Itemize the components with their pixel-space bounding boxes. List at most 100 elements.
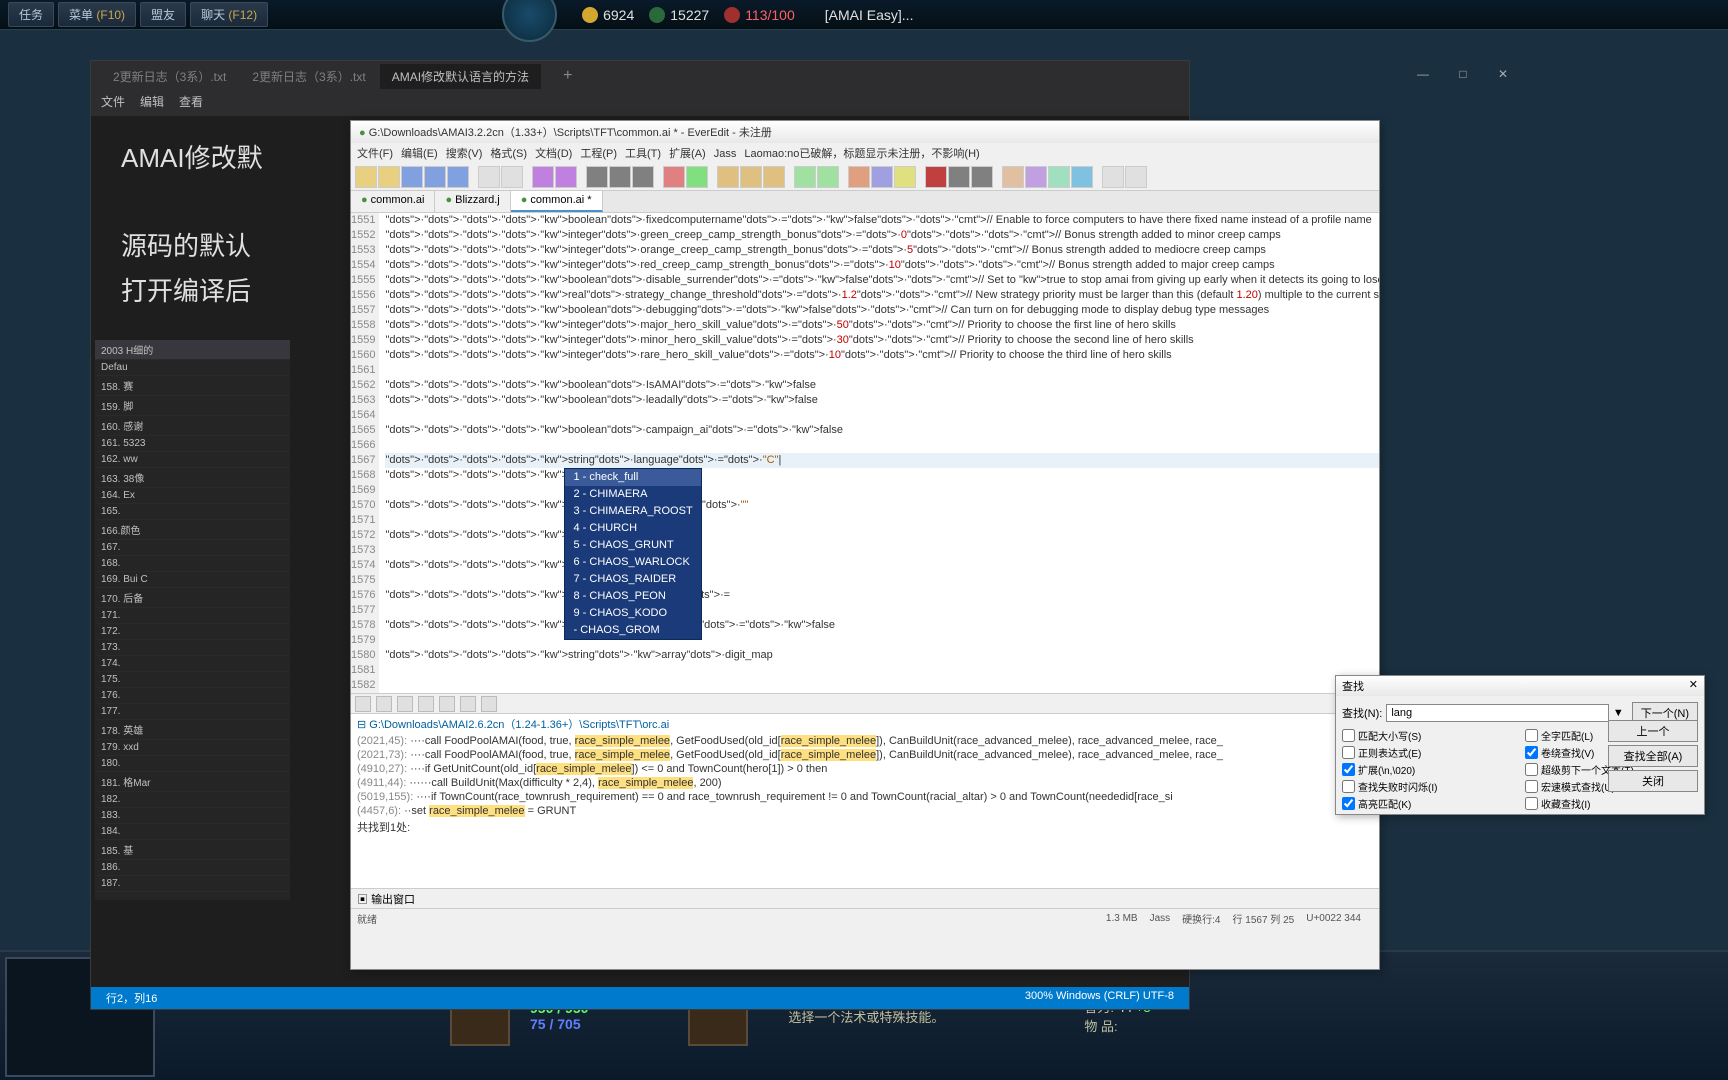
find-option-checkbox[interactable] bbox=[1525, 763, 1538, 776]
find-input[interactable] bbox=[1386, 704, 1609, 722]
autocomplete-item[interactable]: 7 - CHAOS_RAIDER bbox=[565, 571, 700, 588]
outline-item[interactable]: 169. Bui C bbox=[95, 572, 290, 588]
find-option-checkbox[interactable] bbox=[1342, 746, 1355, 759]
code-editor[interactable]: 1551155215531554155515561557155815591560… bbox=[351, 213, 1379, 693]
toolbar-button[interactable] bbox=[1048, 166, 1070, 188]
search-result-line[interactable]: (4457,6): ··set race_simple_melee = GRUN… bbox=[351, 804, 1379, 818]
menu-item[interactable]: Jass bbox=[714, 148, 737, 160]
find-option-checkbox[interactable] bbox=[1342, 797, 1355, 810]
toolbar-button[interactable] bbox=[1002, 166, 1024, 188]
outline-item[interactable]: 167. bbox=[95, 540, 290, 556]
menu-item[interactable]: 编辑(E) bbox=[401, 148, 438, 160]
search-tool-7[interactable] bbox=[481, 696, 497, 712]
everedit-menubar[interactable]: 文件(F) 编辑(E) 搜索(V) 格式(S) 文档(D) 工程(P) 工具(T) 扩展(A)… bbox=[351, 143, 1379, 163]
search-tool-1[interactable] bbox=[355, 696, 371, 712]
toolbar-button[interactable] bbox=[894, 166, 916, 188]
outline-item[interactable]: 178. 英雄 bbox=[95, 720, 290, 740]
vscode-tab-2[interactable]: 2更新日志（3系）.txt bbox=[240, 64, 377, 89]
toolbar-button[interactable] bbox=[424, 166, 446, 188]
chat-button[interactable]: 聊天 (F12) bbox=[190, 2, 268, 27]
outline-item[interactable]: 186. bbox=[95, 860, 290, 876]
find-option-checkbox[interactable] bbox=[1525, 797, 1538, 810]
close-button[interactable]: ✕ bbox=[1483, 62, 1523, 87]
outline-item[interactable]: 184. bbox=[95, 824, 290, 840]
toolbar-button[interactable] bbox=[1071, 166, 1093, 188]
find-option-checkbox[interactable] bbox=[1525, 729, 1538, 742]
outline-item[interactable]: 165. bbox=[95, 504, 290, 520]
minimize-button[interactable]: — bbox=[1403, 62, 1443, 87]
outline-item[interactable]: 185. 基 bbox=[95, 840, 290, 860]
outline-item[interactable]: 183. bbox=[95, 808, 290, 824]
menu-button[interactable]: 菜单 (F10) bbox=[58, 2, 136, 27]
editor-tab[interactable]: ●common.ai * bbox=[511, 191, 603, 212]
autocomplete-item[interactable]: 9 - CHAOS_KODO bbox=[565, 605, 700, 622]
toolbar-button[interactable] bbox=[586, 166, 608, 188]
search-tool-2[interactable] bbox=[376, 696, 392, 712]
menu-item[interactable]: 文档(D) bbox=[535, 148, 572, 160]
outline-header[interactable]: 2003 H细的 bbox=[95, 340, 290, 360]
outline-item[interactable]: 163. 38像 bbox=[95, 468, 290, 488]
search-tool-4[interactable] bbox=[418, 696, 434, 712]
toolbar-button[interactable] bbox=[925, 166, 947, 188]
outline-item[interactable]: 170. 后备 bbox=[95, 588, 290, 608]
toolbar-button[interactable] bbox=[871, 166, 893, 188]
menu-item[interactable]: 工具(T) bbox=[625, 148, 661, 160]
quest-button[interactable]: 任务 bbox=[8, 2, 54, 27]
search-result-line[interactable]: (2021,45): ····call FoodPoolAMAI(food, t… bbox=[351, 734, 1379, 748]
menu-item[interactable]: 工程(P) bbox=[580, 148, 617, 160]
find-prev-button[interactable]: 上一个 bbox=[1608, 720, 1698, 742]
editor-tab[interactable]: ●Blizzard.j bbox=[435, 191, 510, 212]
toolbar-button[interactable] bbox=[686, 166, 708, 188]
vscode-tab-1[interactable]: 2更新日志（3系）.txt bbox=[101, 64, 238, 89]
outline-item[interactable]: 179. xxd bbox=[95, 740, 290, 756]
everedit-titlebar[interactable]: ● G:\Downloads\AMAI3.2.2cn（1.33+）\Script… bbox=[351, 121, 1379, 143]
toolbar-button[interactable] bbox=[555, 166, 577, 188]
menu-item[interactable]: 文件(F) bbox=[357, 148, 393, 160]
editor-tab[interactable]: ●common.ai bbox=[351, 191, 435, 212]
menu-item[interactable]: 扩展(A) bbox=[669, 148, 706, 160]
everedit-toolbar[interactable] bbox=[351, 163, 1379, 191]
menu-item[interactable]: 搜索(V) bbox=[446, 148, 483, 160]
autocomplete-item[interactable]: 1 - check_full bbox=[565, 469, 700, 486]
outline-item[interactable]: 180. bbox=[95, 756, 290, 772]
menu-item[interactable]: 格式(S) bbox=[490, 148, 527, 160]
find-titlebar[interactable]: 查找 ✕ bbox=[1336, 676, 1704, 696]
toolbar-button[interactable] bbox=[478, 166, 500, 188]
toolbar-button[interactable] bbox=[794, 166, 816, 188]
find-all-button[interactable]: 查找全部(A) bbox=[1608, 745, 1698, 767]
outline-panel[interactable]: 2003 H细的 Defau158. 赛159. 脚 160. 感谢161. 5… bbox=[95, 340, 290, 900]
search-tool-6[interactable] bbox=[460, 696, 476, 712]
search-tool-3[interactable] bbox=[397, 696, 413, 712]
autocomplete-item[interactable]: 4 - CHURCH bbox=[565, 520, 700, 537]
toolbar-button[interactable] bbox=[763, 166, 785, 188]
menu-item[interactable]: Laomao:no已破解，标题显示未注册，不影响(H) bbox=[744, 148, 979, 160]
search-tool-5[interactable] bbox=[439, 696, 455, 712]
outline-item[interactable]: 182. bbox=[95, 792, 290, 808]
outline-item[interactable]: 176. bbox=[95, 688, 290, 704]
allies-button[interactable]: 盟友 bbox=[140, 2, 186, 27]
find-option-checkbox[interactable] bbox=[1525, 746, 1538, 759]
vscode-titlebar[interactable]: 2更新日志（3系）.txt 2更新日志（3系）.txt AMAI修改默认语言的方… bbox=[91, 61, 1189, 91]
toolbar-button[interactable] bbox=[378, 166, 400, 188]
find-dialog[interactable]: 查找 ✕ 查找(N): ▼ 下一个(N) 匹配大小写(S)全字匹配(L)正则表达… bbox=[1335, 675, 1705, 815]
outline-item[interactable]: 181. 格Mar bbox=[95, 772, 290, 792]
outline-item[interactable]: 172. bbox=[95, 624, 290, 640]
toolbar-button[interactable] bbox=[501, 166, 523, 188]
output-tab[interactable]: ▣ 输出窗口 bbox=[351, 888, 1379, 908]
find-option-checkbox[interactable] bbox=[1342, 780, 1355, 793]
outline-item[interactable]: 171. bbox=[95, 608, 290, 624]
outline-item[interactable]: 162. ww bbox=[95, 452, 290, 468]
toolbar-button[interactable] bbox=[1025, 166, 1047, 188]
find-close-button[interactable]: 关闭 bbox=[1608, 770, 1698, 792]
autocomplete-item[interactable]: - CHAOS_GROM bbox=[565, 622, 700, 639]
outline-item[interactable]: 173. bbox=[95, 640, 290, 656]
search-result-line[interactable]: (5019,155): ····if TownCount(race_townru… bbox=[351, 790, 1379, 804]
toolbar-button[interactable] bbox=[971, 166, 993, 188]
vscode-menubar[interactable]: 文件编辑查看 bbox=[91, 91, 1189, 116]
toolbar-button[interactable] bbox=[532, 166, 554, 188]
outline-item[interactable]: 161. 5323 bbox=[95, 436, 290, 452]
autocomplete-item[interactable]: 3 - CHIMAERA_ROOST bbox=[565, 503, 700, 520]
autocomplete-popup[interactable]: 1 - check_full2 - CHIMAERA3 - CHIMAERA_R… bbox=[564, 468, 701, 640]
outline-item[interactable]: 164. Ex bbox=[95, 488, 290, 504]
autocomplete-item[interactable]: 8 - CHAOS_PEON bbox=[565, 588, 700, 605]
